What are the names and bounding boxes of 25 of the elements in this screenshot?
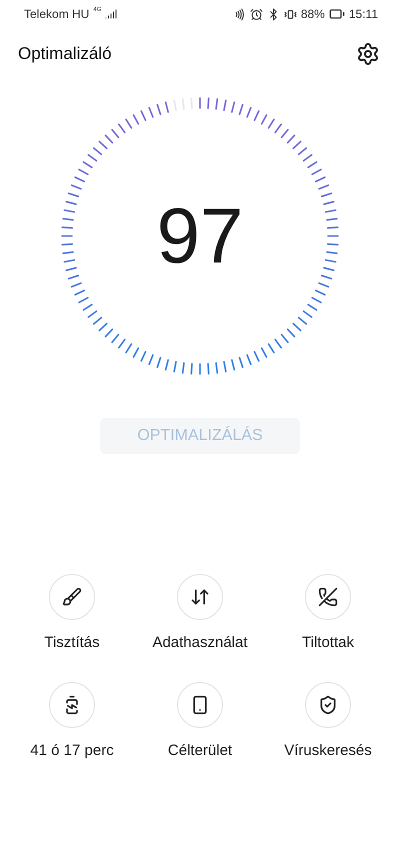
phone-off-icon xyxy=(318,587,338,607)
tool-label: Víruskeresés xyxy=(284,742,372,759)
tool-button[interactable] xyxy=(49,682,95,728)
battery-percent: 88% xyxy=(300,7,325,21)
tool-button[interactable] xyxy=(49,574,95,620)
tool-button[interactable] xyxy=(177,574,223,620)
signal-icon xyxy=(105,8,118,20)
tool-label: Tisztítás xyxy=(44,634,100,651)
settings-button[interactable] xyxy=(356,42,380,66)
brush-icon xyxy=(62,587,82,607)
score-value: 97 xyxy=(156,190,244,282)
arrows-icon xyxy=(190,587,210,607)
shield-icon xyxy=(318,695,338,715)
tool-button[interactable] xyxy=(305,574,351,620)
tool-label: Célterület xyxy=(168,742,232,759)
tool-label: 41 ó 17 perc xyxy=(30,742,114,759)
tool-label: Tiltottak xyxy=(302,634,354,651)
page-title: Optimalizáló xyxy=(18,44,112,64)
carrier-name: Telekom HU xyxy=(24,7,90,21)
tool-label: Adathasználat xyxy=(152,634,248,651)
vibrate-icon xyxy=(284,8,297,20)
alarm-icon xyxy=(250,8,263,20)
tool-button[interactable] xyxy=(177,682,223,728)
tool-button[interactable] xyxy=(305,682,351,728)
clock: 15:11 xyxy=(348,7,378,21)
